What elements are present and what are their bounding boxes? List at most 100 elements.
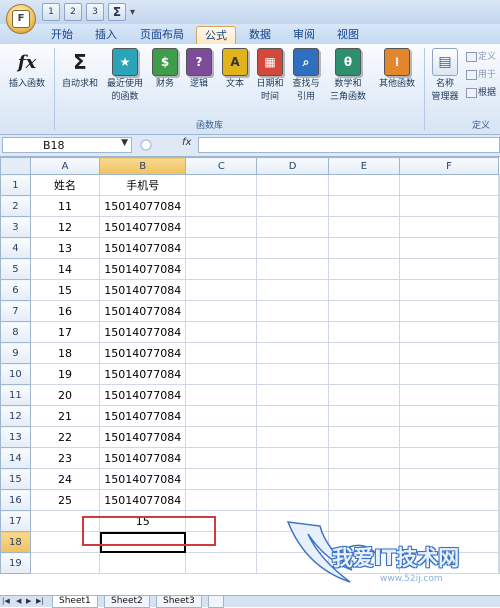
cell-d[interactable]	[256, 552, 329, 574]
cell-overflow[interactable]	[498, 384, 500, 406]
cell-c[interactable]	[185, 510, 258, 532]
column-header-c[interactable]: C	[185, 157, 258, 175]
cell-b[interactable]: 15014077084	[99, 384, 187, 406]
cell-b[interactable]: 15014077084	[99, 237, 187, 259]
cell-e[interactable]	[327, 258, 401, 280]
qat-item-2[interactable]: 2	[64, 3, 82, 21]
cell-f[interactable]	[399, 468, 499, 490]
qat-dropdown-icon[interactable]: ▾	[130, 7, 135, 18]
cell-e[interactable]	[327, 405, 401, 427]
cell-e[interactable]	[327, 174, 401, 196]
row-header[interactable]: 18	[0, 531, 31, 553]
cell-overflow[interactable]	[498, 531, 500, 553]
cell-b[interactable]: 15014077084	[99, 258, 187, 280]
cell-f[interactable]	[399, 174, 499, 196]
cell-overflow[interactable]	[498, 174, 500, 196]
row-header[interactable]: 7	[0, 300, 31, 322]
cell-f[interactable]	[399, 342, 499, 364]
row-header[interactable]: 13	[0, 426, 31, 448]
cell-a[interactable]: 20	[29, 384, 101, 406]
cell-e[interactable]	[327, 300, 401, 322]
cell-e[interactable]	[327, 321, 401, 343]
cell-b[interactable]: 手机号	[99, 174, 187, 196]
cell-f[interactable]	[399, 552, 499, 574]
cell-d[interactable]	[256, 489, 329, 511]
cell-d[interactable]	[256, 321, 329, 343]
row-header[interactable]: 10	[0, 363, 31, 385]
cell-a[interactable]: 16	[29, 300, 101, 322]
cell-b[interactable]: 15014077084	[99, 489, 187, 511]
row-header[interactable]: 14	[0, 447, 31, 469]
row-header[interactable]: 2	[0, 195, 31, 217]
cell-a[interactable]: 21	[29, 405, 101, 427]
cell-f[interactable]	[399, 384, 499, 406]
sheet-tab-3[interactable]: Sheet3	[156, 596, 202, 608]
row-header[interactable]: 6	[0, 279, 31, 301]
date-time-button[interactable]: ▦ 日期和 时间	[252, 48, 288, 104]
cell-e[interactable]	[327, 468, 401, 490]
cell-a[interactable]: 23	[29, 447, 101, 469]
create-from-selection-item[interactable]: 根据	[466, 86, 496, 100]
row-header[interactable]: 15	[0, 468, 31, 490]
office-button[interactable]: F	[6, 4, 36, 34]
cell-b[interactable]: 15014077084	[99, 447, 187, 469]
cell-c[interactable]	[185, 426, 258, 448]
cell-f[interactable]	[399, 279, 499, 301]
cell-overflow[interactable]	[498, 279, 500, 301]
cell-f[interactable]	[399, 531, 499, 553]
cell-f[interactable]	[399, 426, 499, 448]
cell-overflow[interactable]	[498, 468, 500, 490]
cell-f[interactable]	[399, 447, 499, 469]
cell-e[interactable]	[327, 531, 401, 553]
cell-a[interactable]: 姓名	[29, 174, 101, 196]
qat-item-3[interactable]: 3	[86, 3, 104, 21]
cell-overflow[interactable]	[498, 237, 500, 259]
cell-overflow[interactable]	[498, 216, 500, 238]
cell-b[interactable]: 15014077084	[99, 363, 187, 385]
cell-e[interactable]	[327, 510, 401, 532]
cell-b[interactable]: 15014077084	[99, 342, 187, 364]
cell-a[interactable]: 25	[29, 489, 101, 511]
cell-overflow[interactable]	[498, 300, 500, 322]
cell-d[interactable]	[256, 531, 329, 553]
sheet-tab-2[interactable]: Sheet2	[104, 596, 150, 608]
math-trig-button[interactable]: θ 数学和 三角函数	[324, 48, 372, 104]
cell-c[interactable]	[185, 237, 258, 259]
cell-e[interactable]	[327, 384, 401, 406]
cell-d[interactable]	[256, 447, 329, 469]
cell-e[interactable]	[327, 552, 401, 574]
cell-d[interactable]	[256, 363, 329, 385]
cell-overflow[interactable]	[498, 447, 500, 469]
cell-c[interactable]	[185, 216, 258, 238]
row-header[interactable]: 17	[0, 510, 31, 532]
financial-button[interactable]: $ 财务	[150, 48, 180, 91]
cell-b[interactable]: 15014077084	[99, 426, 187, 448]
cell-e[interactable]	[327, 489, 401, 511]
next-sheet-icon[interactable]: ▶	[26, 597, 31, 605]
cell-c[interactable]	[185, 489, 258, 511]
fx-icon[interactable]: fx	[182, 137, 191, 148]
cell-b[interactable]: 15014077084	[99, 405, 187, 427]
cell-c[interactable]	[185, 384, 258, 406]
cell-a[interactable]: 12	[29, 216, 101, 238]
define-name-item[interactable]: 定义	[466, 50, 496, 64]
cell-d[interactable]	[256, 279, 329, 301]
cell-a[interactable]	[29, 531, 101, 553]
cell-c[interactable]	[185, 447, 258, 469]
cell-c[interactable]	[185, 363, 258, 385]
cell-d[interactable]	[256, 237, 329, 259]
cell-f[interactable]	[399, 363, 499, 385]
cell-e[interactable]	[327, 279, 401, 301]
cell-a[interactable]: 13	[29, 237, 101, 259]
cell-c[interactable]	[185, 174, 258, 196]
cell-b[interactable]: 15014077084	[99, 468, 187, 490]
cell-f[interactable]	[399, 510, 499, 532]
last-sheet-icon[interactable]: ▶|	[36, 597, 44, 605]
first-sheet-icon[interactable]: |◀	[2, 597, 10, 605]
row-header[interactable]: 12	[0, 405, 31, 427]
column-header-b[interactable]: B	[99, 157, 187, 175]
new-sheet-icon[interactable]	[208, 596, 224, 608]
tab-page-layout[interactable]: 页面布局	[132, 26, 192, 44]
select-all-corner[interactable]	[0, 157, 31, 175]
cell-c[interactable]	[185, 531, 258, 553]
